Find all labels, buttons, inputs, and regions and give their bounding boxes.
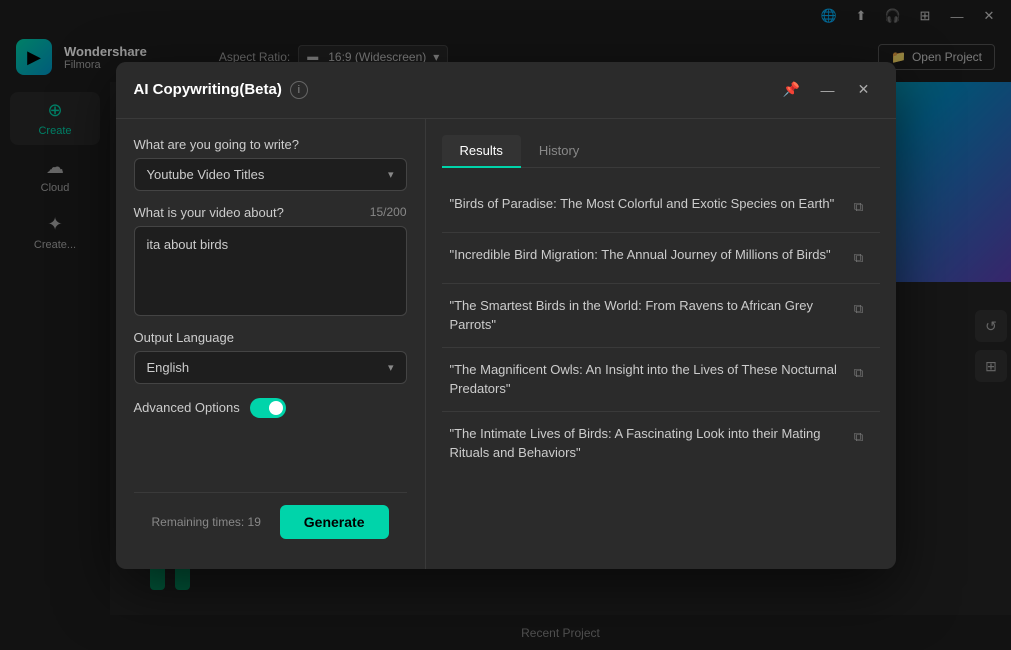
modal-footer: Remaining times: 19 Generate xyxy=(134,492,407,551)
result-item-3: "The Smartest Birds in the World: From R… xyxy=(442,284,880,348)
pin-button[interactable]: 📌 xyxy=(778,76,806,104)
tab-results[interactable]: Results xyxy=(442,135,521,168)
close-modal-button[interactable]: ✕ xyxy=(850,76,878,104)
result-text-5: "The Intimate Lives of Birds: A Fascinat… xyxy=(450,424,838,463)
copy-button-3[interactable]: ⧉ xyxy=(846,296,872,322)
modal-right-panel: Results History "Birds of Paradise: The … xyxy=(426,119,896,569)
result-item-4: "The Magnificent Owls: An Insight into t… xyxy=(442,348,880,412)
generate-button[interactable]: Generate xyxy=(280,505,389,539)
result-text-4: "The Magnificent Owls: An Insight into t… xyxy=(450,360,838,399)
copy-button-2[interactable]: ⧉ xyxy=(846,245,872,271)
copy-button-4[interactable]: ⧉ xyxy=(846,360,872,386)
result-text-3: "The Smartest Birds in the World: From R… xyxy=(450,296,838,335)
write-type-dropdown[interactable]: Youtube Video Titles ▾ xyxy=(134,158,407,191)
output-language-field: Output Language English ▾ xyxy=(134,330,407,384)
char-counter: 15/200 xyxy=(370,205,407,219)
language-dropdown-arrow-icon: ▾ xyxy=(388,361,394,374)
result-text-1: "Birds of Paradise: The Most Colorful an… xyxy=(450,194,838,214)
dropdown-arrow-icon: ▾ xyxy=(388,168,394,181)
advanced-options-row: Advanced Options xyxy=(134,398,407,418)
modal-title-row: AI Copywriting(Beta) i xyxy=(134,81,308,99)
video-about-field: What is your video about? 15/200 ita abo… xyxy=(134,205,407,316)
write-label: What are you going to write? xyxy=(134,137,407,152)
video-about-label: What is your video about? 15/200 xyxy=(134,205,407,220)
modal-title: AI Copywriting(Beta) xyxy=(134,81,282,98)
remaining-times: Remaining times: 19 xyxy=(152,515,261,529)
tabs-row: Results History xyxy=(442,135,880,168)
write-type-field: What are you going to write? Youtube Vid… xyxy=(134,137,407,191)
result-item-2: "Incredible Bird Migration: The Annual J… xyxy=(442,233,880,284)
results-list: "Birds of Paradise: The Most Colorful an… xyxy=(442,182,880,553)
modal-left-panel: What are you going to write? Youtube Vid… xyxy=(116,119,426,569)
tab-history[interactable]: History xyxy=(521,135,597,168)
modal-fields: What are you going to write? Youtube Vid… xyxy=(134,137,407,476)
output-language-dropdown[interactable]: English ▾ xyxy=(134,351,407,384)
result-text-2: "Incredible Bird Migration: The Annual J… xyxy=(450,245,838,265)
copy-button-1[interactable]: ⧉ xyxy=(846,194,872,220)
advanced-options-toggle[interactable] xyxy=(250,398,286,418)
output-language-label: Output Language xyxy=(134,330,407,345)
ai-copywriting-modal: AI Copywriting(Beta) i 📌 — ✕ What a xyxy=(116,62,896,569)
toggle-knob xyxy=(269,401,283,415)
result-item-1: "Birds of Paradise: The Most Colorful an… xyxy=(442,182,880,233)
info-icon[interactable]: i xyxy=(290,81,308,99)
advanced-options-label: Advanced Options xyxy=(134,400,240,415)
video-about-textarea[interactable]: ita about birds xyxy=(134,226,407,316)
modal-body: What are you going to write? Youtube Vid… xyxy=(116,119,896,569)
modal-header-actions: 📌 — ✕ xyxy=(778,76,878,104)
result-item-5: "The Intimate Lives of Birds: A Fascinat… xyxy=(442,412,880,475)
modal-overlay: AI Copywriting(Beta) i 📌 — ✕ What a xyxy=(0,0,1011,650)
copy-button-5[interactable]: ⧉ xyxy=(846,424,872,450)
minimize-modal-button[interactable]: — xyxy=(814,76,842,104)
modal-header: AI Copywriting(Beta) i 📌 — ✕ xyxy=(116,62,896,119)
